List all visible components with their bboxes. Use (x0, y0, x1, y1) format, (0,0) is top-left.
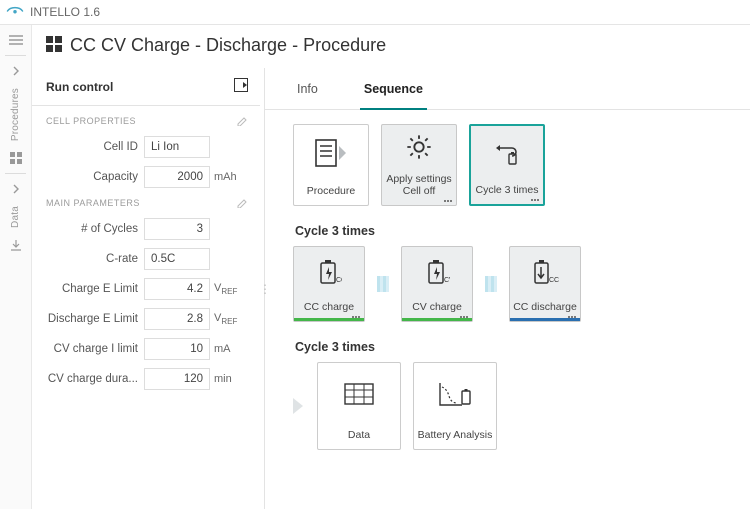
rail-grid-icon[interactable] (5, 149, 27, 167)
tab-info[interactable]: Info (293, 82, 322, 109)
cv-i-label: CV charge I limit (46, 343, 144, 355)
cycle-icon (492, 126, 522, 180)
cv-i-unit: mA (210, 343, 240, 355)
section-cell-properties: CELL PROPERTIES (46, 116, 136, 126)
procedure-icon (314, 125, 348, 181)
rail-chevron-right-icon[interactable] (5, 62, 27, 80)
card-apply-settings[interactable]: Apply settings Cell off (381, 124, 457, 206)
rail-label-procedures[interactable]: Procedures (10, 88, 21, 141)
battery-arrow-icon: CC (531, 247, 559, 297)
section-main-params: MAIN PARAMETERS (46, 198, 140, 208)
page-header: CC CV Charge - Discharge - Procedure (32, 25, 750, 68)
gear-icon (405, 125, 433, 169)
discharge-e-label: Discharge E Limit (46, 313, 144, 325)
charge-e-input[interactable] (144, 278, 210, 300)
cell-id-label: Cell ID (46, 141, 144, 153)
cycles-input[interactable] (144, 218, 210, 240)
card-apply-label: Apply settings Cell off (386, 173, 451, 205)
rail-export-icon[interactable] (5, 236, 27, 254)
run-control-panel: Run control CELL PROPERTIES Cell ID Capa… (32, 68, 260, 509)
group1-title: Cycle 3 times (295, 224, 730, 238)
app-logo-icon (6, 5, 24, 20)
card-cycle[interactable]: Cycle 3 times (469, 124, 545, 206)
card-cc-charge[interactable]: CC CC charge (293, 246, 365, 322)
rail-label-data[interactable]: Data (10, 206, 21, 228)
capacity-input[interactable] (144, 166, 210, 188)
rail-chevron-right-icon-2[interactable] (5, 180, 27, 198)
card-procedure[interactable]: Procedure (293, 124, 369, 206)
pencil-icon-2[interactable] (236, 196, 248, 210)
card-cv-charge[interactable]: CV CV charge (401, 246, 473, 322)
battery-analysis-icon (438, 363, 472, 425)
charge-e-label: Charge E Limit (46, 283, 144, 295)
svg-text:CC: CC (549, 277, 559, 284)
tabs: Info Sequence (265, 68, 750, 110)
crate-input[interactable] (144, 248, 210, 270)
card-procedure-label: Procedure (307, 185, 355, 205)
cv-t-label: CV charge dura... (46, 373, 144, 385)
card-data-label: Data (348, 429, 370, 449)
tab-sequence[interactable]: Sequence (360, 82, 427, 110)
rail-menu-icon[interactable] (5, 31, 27, 49)
svg-text:CV: CV (444, 277, 450, 284)
sequence-panel: ⋮ Info Sequence Procedure Apply settings… (264, 68, 750, 509)
capacity-label: Capacity (46, 171, 144, 183)
expand-right-icon[interactable] (234, 78, 250, 95)
capacity-unit: mAh (210, 171, 240, 183)
card-cc-discharge[interactable]: CC CC discharge (509, 246, 581, 322)
grid-icon (46, 36, 62, 55)
card-battery-analysis-label: Battery Analysis (418, 429, 493, 449)
discharge-e-input[interactable] (144, 308, 210, 330)
data-table-icon (344, 363, 374, 425)
cell-id-input[interactable] (144, 136, 210, 158)
group2-title: Cycle 3 times (295, 340, 730, 354)
page-title: CC CV Charge - Discharge - Procedure (70, 35, 386, 56)
crate-label: C-rate (46, 253, 144, 265)
charge-e-unit: VREF (210, 282, 240, 296)
cv-t-input[interactable] (144, 368, 210, 390)
card-battery-analysis[interactable]: Battery Analysis (413, 362, 497, 450)
run-control-title: Run control (46, 80, 113, 94)
cycles-label: # of Cycles (46, 223, 144, 235)
connector (377, 276, 389, 292)
cv-t-unit: min (210, 373, 240, 385)
app-title: INTELLO 1.6 (30, 5, 100, 19)
titlebar: INTELLO 1.6 (0, 0, 750, 25)
pencil-icon[interactable] (236, 114, 248, 128)
drag-handle-icon[interactable]: ⋮ (259, 282, 271, 296)
arrow-right-icon (293, 398, 303, 414)
battery-lightning-icon: CC (316, 247, 342, 297)
card-data[interactable]: Data (317, 362, 401, 450)
discharge-e-unit: VREF (210, 312, 240, 326)
battery-lightning-icon: CV (424, 247, 450, 297)
left-rail: Procedures Data (0, 25, 32, 509)
cv-i-input[interactable] (144, 338, 210, 360)
card-cycle-label: Cycle 3 times (475, 184, 538, 204)
connector (485, 276, 497, 292)
svg-text:CC: CC (336, 277, 342, 284)
